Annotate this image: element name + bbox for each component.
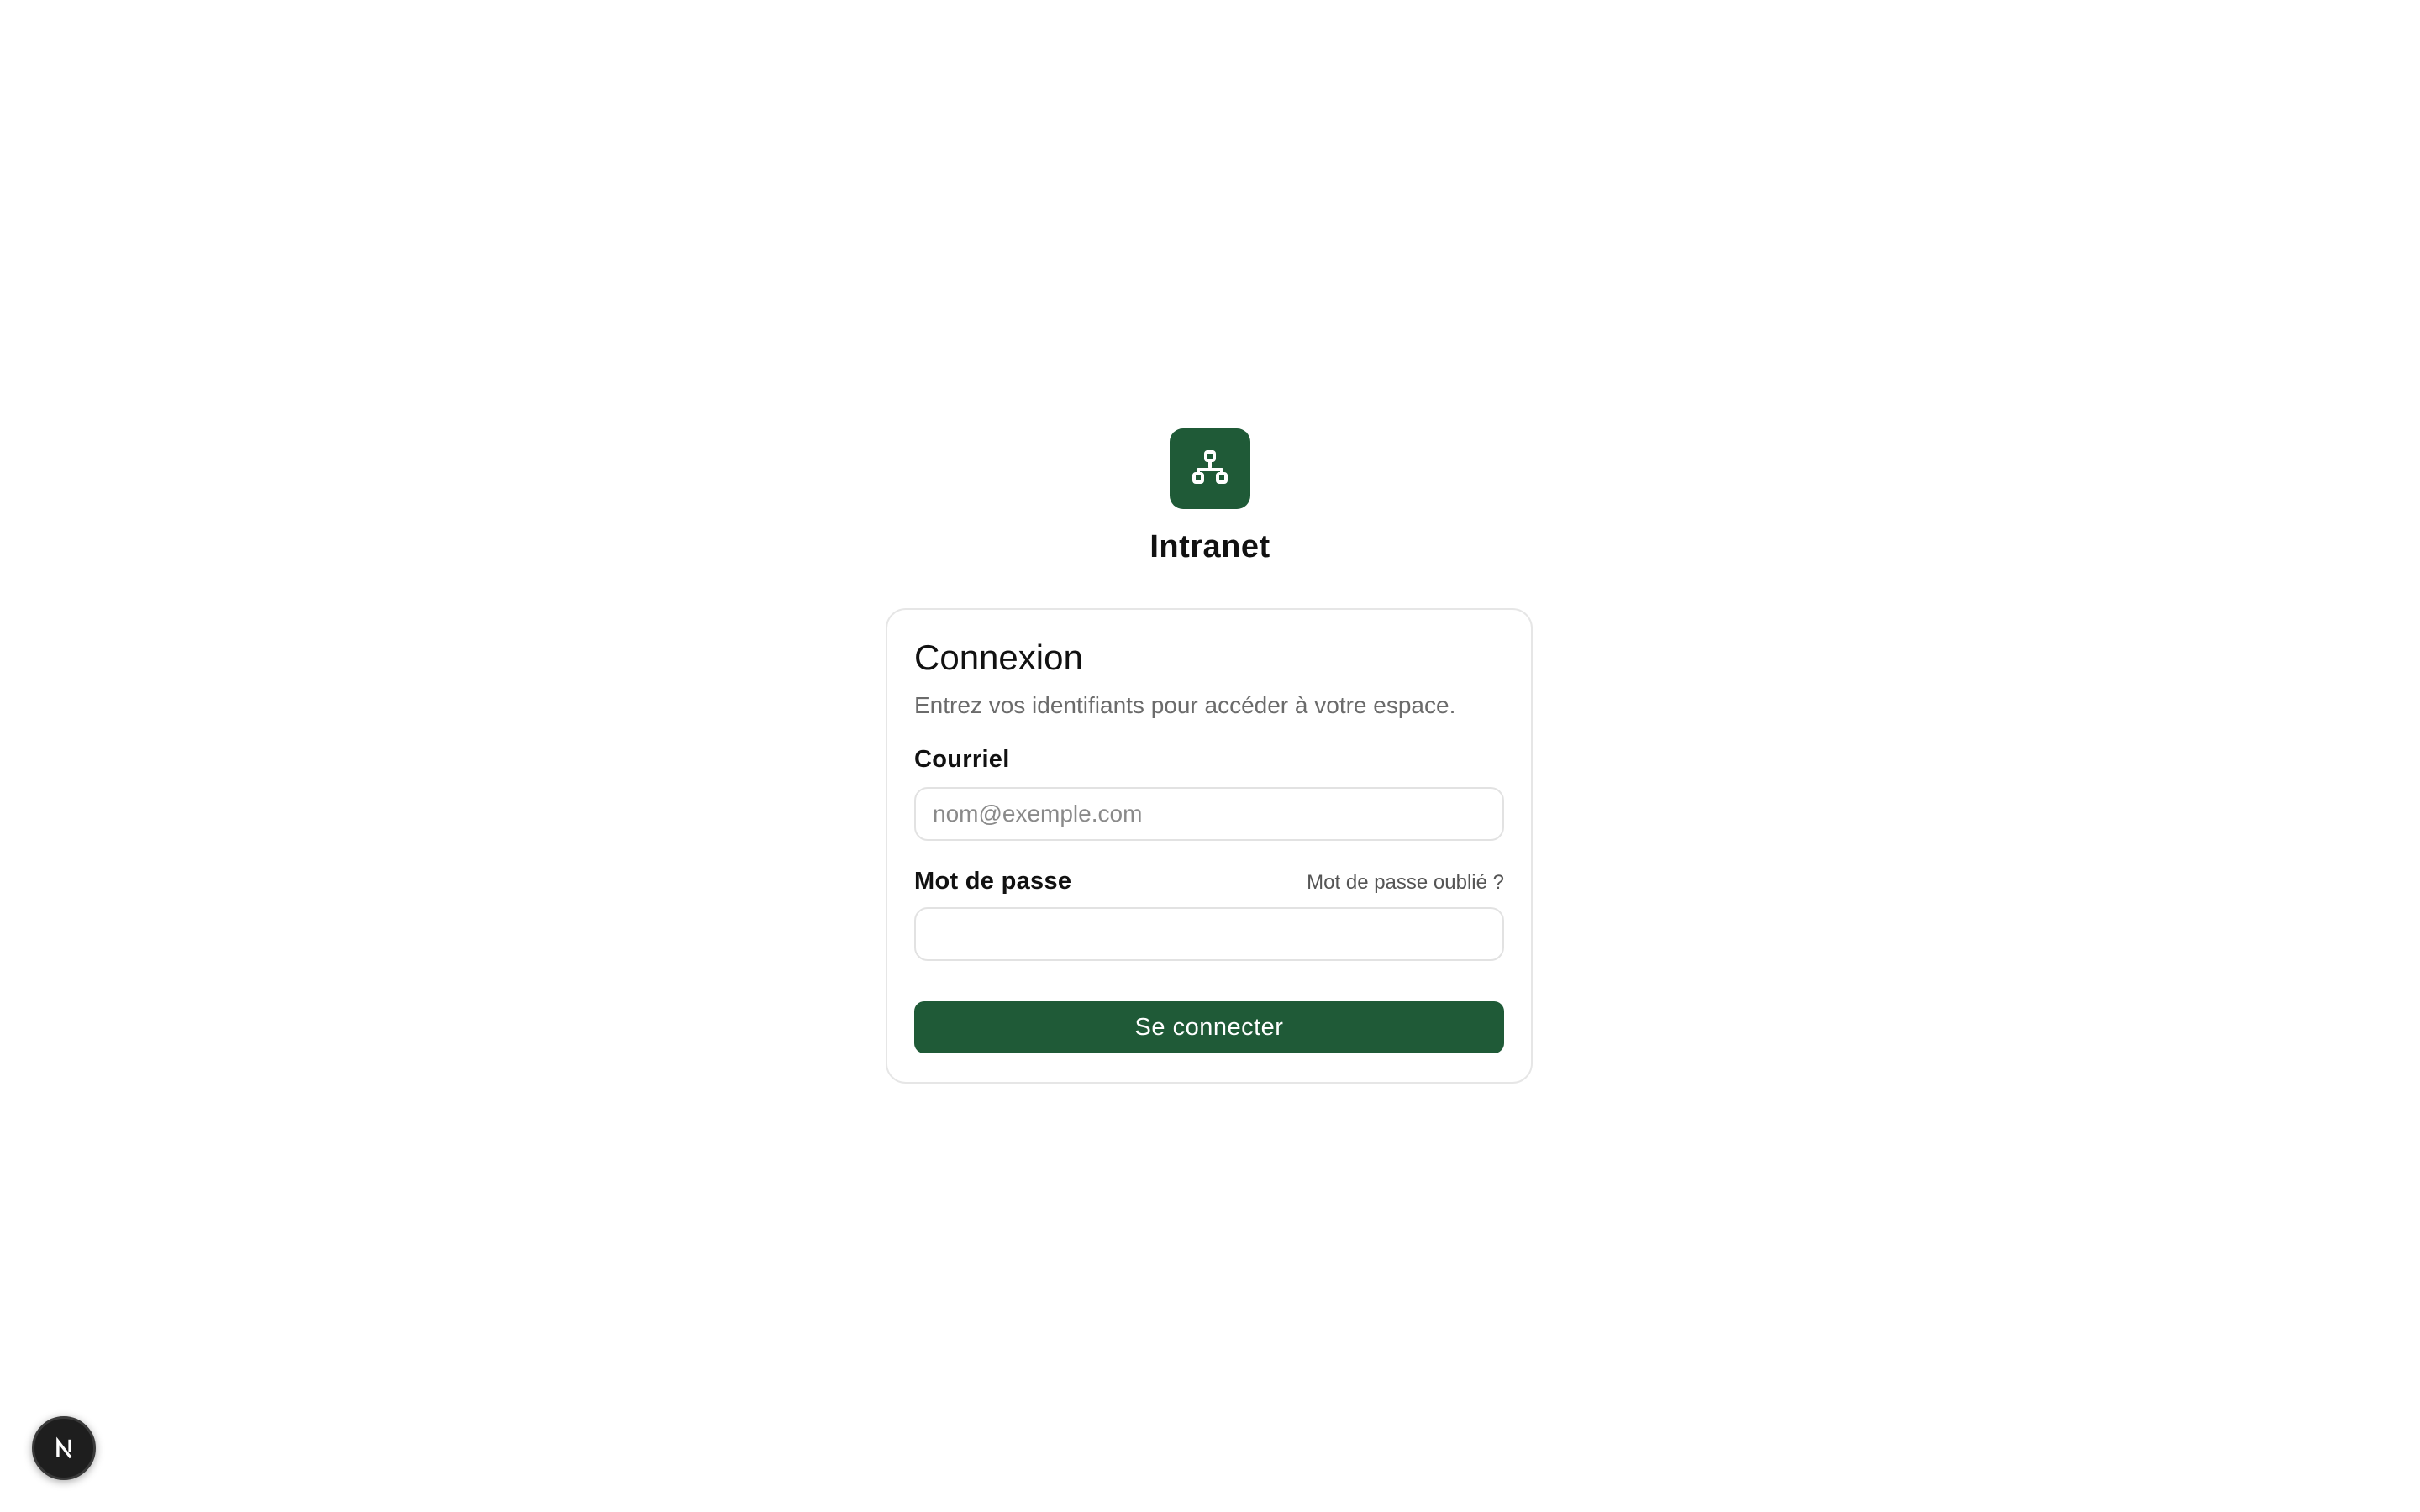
login-card: Connexion Entrez vos identifiants pour a… (886, 608, 1533, 1084)
email-label: Courriel (914, 746, 1010, 774)
nextjs-logo-icon (56, 1436, 72, 1459)
password-label-row: Mot de passe Mot de passe oublié ? (914, 868, 1504, 895)
password-group: Mot de passe Mot de passe oublié ? (914, 868, 1504, 962)
app-logo (1170, 428, 1250, 509)
email-input[interactable] (914, 787, 1504, 842)
app-name: Intranet (1150, 529, 1270, 564)
card-subtitle: Entrez vos identifiants pour accéder à v… (914, 692, 1456, 719)
forgot-password-link[interactable]: Mot de passe oublié ? (1307, 871, 1504, 895)
password-label: Mot de passe (914, 868, 1072, 895)
card-title: Connexion (914, 638, 1083, 677)
dev-tools-badge[interactable] (32, 1416, 96, 1480)
brand-header: Intranet (0, 428, 2420, 565)
submit-button[interactable]: Se connecter (914, 1001, 1504, 1054)
password-input[interactable] (914, 907, 1504, 962)
sitemap-icon (1192, 450, 1228, 484)
login-page: Intranet Connexion Entrez vos identifian… (0, 0, 2420, 1512)
email-group: Courriel (914, 746, 1504, 842)
